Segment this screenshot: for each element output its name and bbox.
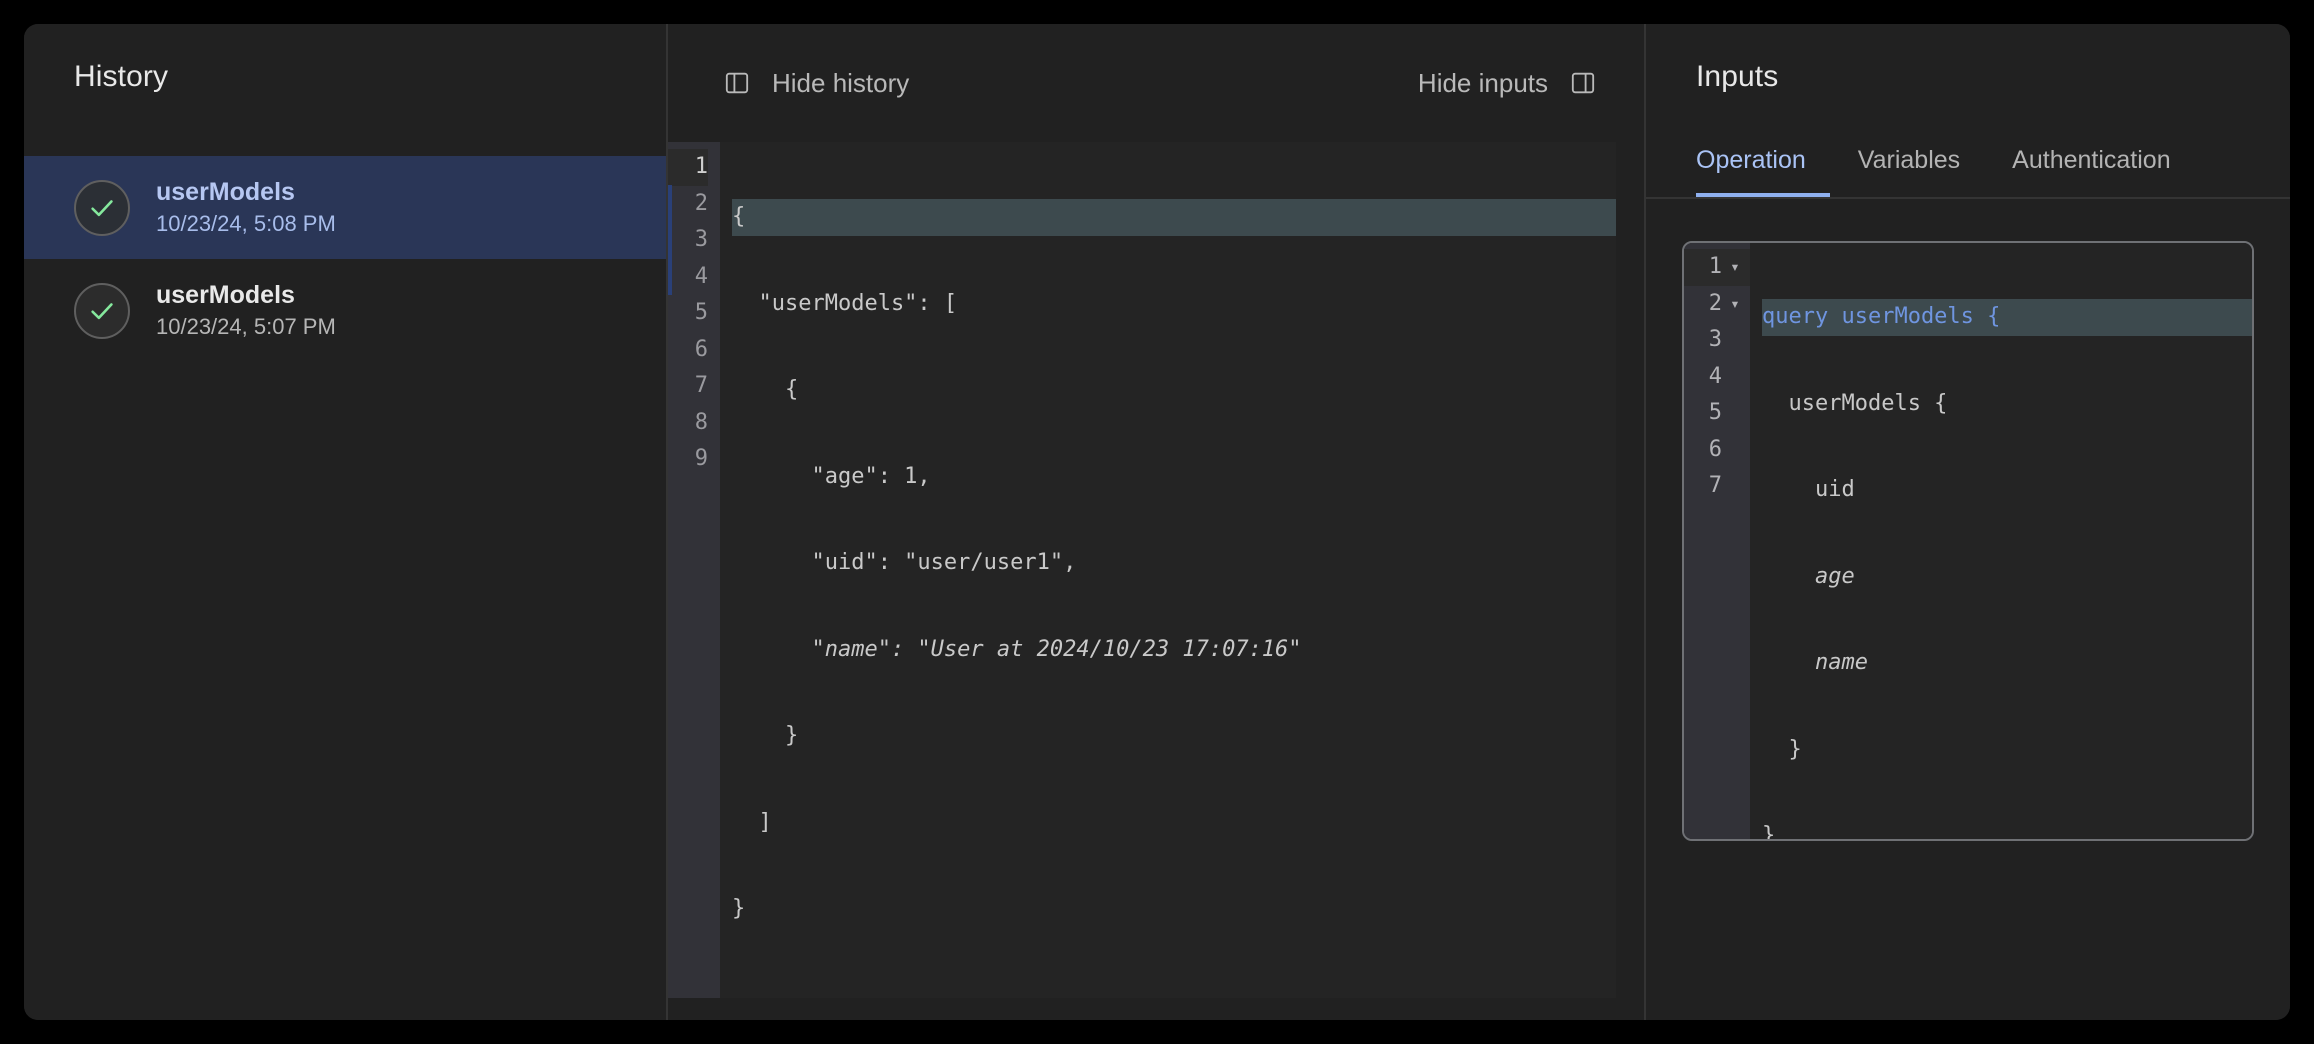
- line-number: 4: [1708, 363, 1722, 389]
- gutter-line: 4 ▾: [1684, 359, 1750, 396]
- response-toolbar: Hide history Hide inputs: [668, 24, 1644, 142]
- gutter-line: 7 ▾: [1684, 468, 1750, 505]
- code-line: "name": "User at 2024/10/23 17:07:16": [732, 636, 1302, 662]
- code-line: }: [1762, 736, 1802, 762]
- gutter-line: 3 ▾: [1684, 322, 1750, 359]
- line-number: 2: [1708, 290, 1722, 316]
- chevron-down-icon[interactable]: ▾: [1728, 259, 1742, 275]
- status-badge: [74, 282, 130, 339]
- history-item[interactable]: userModels 10/23/24, 5:07 PM: [24, 259, 666, 362]
- line-number: 1: [1708, 254, 1722, 279]
- gutter-line: 6 ▾: [1684, 432, 1750, 469]
- line-number: 8: [694, 409, 708, 435]
- history-panel: History userModels 10/23/24, 5:08 PM use…: [24, 24, 668, 1020]
- line-number: 6: [694, 336, 708, 362]
- check-icon: [91, 199, 113, 216]
- line-number: 1: [668, 149, 708, 186]
- history-item-name: userModels: [156, 281, 295, 310]
- code-keyword: query userModels {: [1762, 304, 2001, 329]
- response-gutter: 1 2 3 4 5 6 7 8 9: [668, 142, 720, 998]
- hide-inputs-button[interactable]: Hide inputs: [1414, 62, 1600, 105]
- response-change-marker: [668, 185, 672, 295]
- line-number: 7: [694, 373, 708, 398]
- operation-editor[interactable]: 1 ▾ 2 ▾ 3 ▾ 4 ▾ 5 ▾: [1682, 241, 2254, 841]
- line-number: 4: [694, 263, 708, 289]
- chevron-down-icon[interactable]: ▾: [1728, 295, 1742, 312]
- gutter-line: 5 ▾: [1684, 395, 1750, 432]
- hide-history-button[interactable]: Hide history: [720, 62, 913, 105]
- code-line: age: [1762, 563, 1855, 589]
- tab-authentication[interactable]: Authentication: [2012, 146, 2194, 197]
- response-panel: Hide history Hide inputs 1 2 3 4 5 6 7 8…: [668, 24, 1646, 1020]
- hide-inputs-label: Hide inputs: [1417, 67, 1548, 98]
- history-item[interactable]: userModels 10/23/24, 5:08 PM: [24, 156, 666, 260]
- line-number: 3: [694, 227, 708, 252]
- inputs-panel-title: Inputs: [1696, 60, 1779, 93]
- code-line: ]: [732, 809, 772, 835]
- code-line: {: [732, 199, 1616, 236]
- code-line: "uid": "user/user1",: [732, 550, 1077, 575]
- graphql-playground-window: History userModels 10/23/24, 5:08 PM use…: [24, 24, 2290, 1020]
- status-badge: [74, 179, 130, 236]
- operation-code[interactable]: query userModels { userModels { uid age …: [1750, 243, 2252, 839]
- code-line: name: [1762, 650, 1868, 675]
- code-line: "userModels": [: [732, 290, 958, 316]
- history-panel-title: History: [74, 60, 169, 93]
- line-number: 9: [694, 446, 708, 471]
- inputs-panel: Inputs Operation Variables Authenticatio…: [1646, 24, 2290, 1020]
- history-list: userModels 10/23/24, 5:08 PM userModels …: [24, 156, 666, 362]
- code-line: userModels {: [1762, 390, 1948, 416]
- panel-right-icon: [1571, 72, 1595, 94]
- tab-operation[interactable]: Operation: [1696, 146, 1830, 197]
- line-number: 2: [694, 190, 708, 216]
- gutter-line: 2 ▾: [1684, 286, 1750, 323]
- response-editor[interactable]: 1 2 3 4 5 6 7 8 9 { "userModels": [ { "a…: [668, 142, 1616, 998]
- line-number: 5: [694, 300, 708, 325]
- code-line: query userModels {: [1762, 299, 2252, 336]
- line-number: 5: [1708, 400, 1722, 425]
- code-line: "age": 1,: [732, 463, 931, 489]
- code-line: }: [1762, 823, 1776, 839]
- line-number: 3: [1708, 327, 1722, 352]
- hide-history-label: Hide history: [772, 67, 910, 98]
- history-item-text: userModels 10/23/24, 5:07 PM: [156, 281, 336, 340]
- history-item-name: userModels: [156, 178, 295, 206]
- code-line: uid: [1762, 477, 1855, 502]
- code-line: {: [732, 377, 799, 402]
- operation-gutter: 1 ▾ 2 ▾ 3 ▾ 4 ▾ 5 ▾: [1684, 243, 1750, 839]
- history-item-text: userModels 10/23/24, 5:08 PM: [156, 178, 336, 237]
- tab-variables[interactable]: Variables: [1858, 146, 1984, 197]
- inputs-tabs: Operation Variables Authentication: [1646, 146, 2290, 199]
- history-item-timestamp: 10/23/24, 5:08 PM: [156, 210, 336, 236]
- check-icon: [91, 302, 113, 319]
- line-number: 6: [1708, 436, 1722, 462]
- code-line: }: [732, 896, 746, 921]
- response-code[interactable]: { "userModels": [ { "age": 1, "uid": "us…: [720, 142, 1616, 998]
- gutter-line: 1 ▾: [1684, 249, 1750, 286]
- panel-left-icon: [725, 72, 749, 94]
- line-number: 7: [1708, 473, 1722, 498]
- code-line: }: [732, 723, 799, 748]
- history-item-timestamp: 10/23/24, 5:07 PM: [156, 313, 336, 339]
